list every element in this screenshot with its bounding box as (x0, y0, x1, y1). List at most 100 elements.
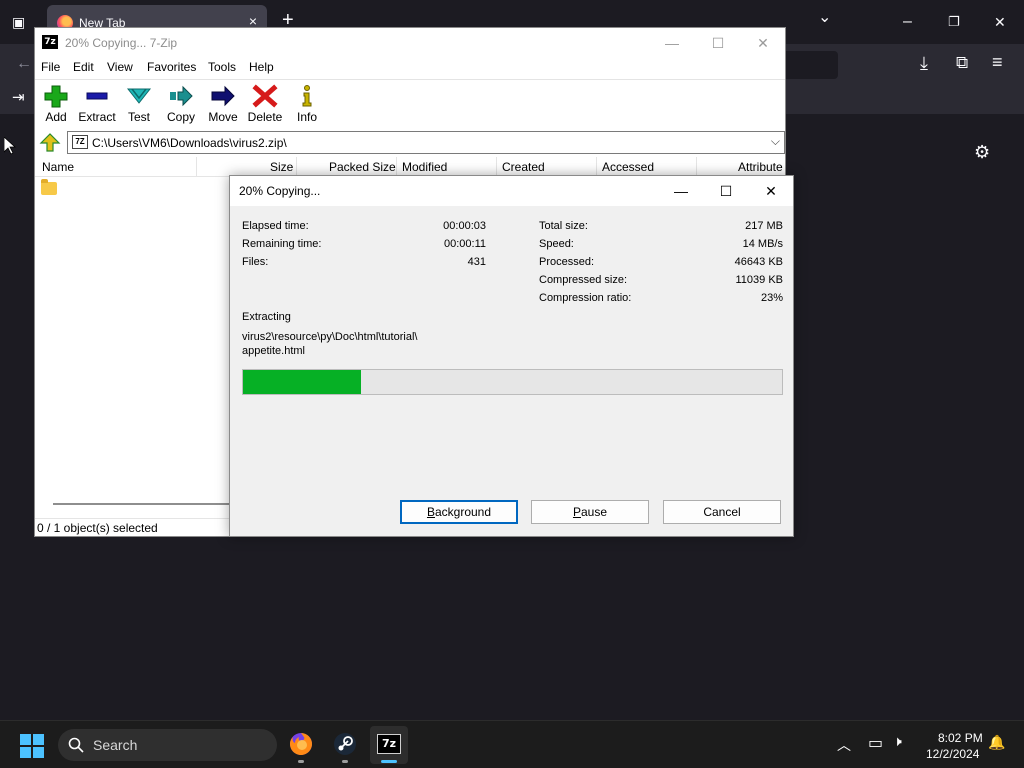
horizontal-scrollbar[interactable] (53, 503, 233, 505)
dialog-title-bar[interactable]: 20% Copying... — ☐ ✕ (230, 176, 793, 206)
dialog-body: Elapsed time: 00:00:03 Remaining time: 0… (230, 206, 793, 536)
show-hidden-icons-icon[interactable]: ︿ (837, 735, 851, 755)
delete-button[interactable]: Delete (244, 80, 286, 126)
zip-window-title: 20% Copying... 7-Zip (65, 36, 178, 50)
tab-list-icon[interactable]: ⌄ (818, 10, 831, 26)
zip-title-bar[interactable]: 7z 20% Copying... 7-Zip — ☐ ✕ (35, 28, 785, 58)
sign-in-icon[interactable]: ⇥ (12, 90, 25, 106)
menu-tools[interactable]: Tools (208, 60, 236, 74)
window-close-icon[interactable]: ✕ (994, 14, 1006, 30)
elapsed-time-value: 00:00:03 (443, 220, 486, 232)
remaining-time-label: Remaining time: (242, 238, 322, 250)
tab-overview-icon[interactable]: ▣ (12, 14, 25, 30)
dialog-title: 20% Copying... (239, 184, 321, 198)
taskbar-7zip[interactable]: 7z (370, 726, 408, 764)
search-icon (68, 737, 84, 753)
column-created[interactable]: Created (502, 160, 545, 174)
up-folder-icon[interactable] (39, 133, 61, 153)
address-dropdown-icon[interactable]: ⌵ (771, 134, 780, 149)
progress-bar-fill (243, 370, 361, 394)
taskbar-steam[interactable] (326, 726, 364, 764)
taskbar-search-box[interactable]: Search (58, 729, 277, 761)
zip-menu-bar: File Edit View Favorites Tools Help (35, 58, 785, 78)
compression-ratio-value: 23% (760, 292, 783, 304)
dialog-close-icon[interactable]: ✕ (748, 178, 794, 204)
compressed-size-value: 11039 KB (735, 274, 783, 286)
window-restore-icon[interactable]: ❐ (948, 14, 960, 30)
speed-value: 14 MB/s (742, 238, 783, 250)
menu-edit[interactable]: Edit (73, 60, 94, 74)
zip-close-icon[interactable]: ✕ (740, 30, 786, 56)
total-size-value: 217 MB (745, 220, 783, 232)
app-menu-icon[interactable]: ≡ (992, 53, 1003, 71)
menu-view[interactable]: View (107, 60, 133, 74)
background-button-label: ackground (434, 505, 492, 519)
add-button[interactable]: Add (35, 80, 77, 126)
menu-favorites[interactable]: Favorites (147, 60, 196, 74)
column-modified[interactable]: Modified (402, 160, 447, 174)
copy-icon (170, 85, 193, 107)
7zip-app-icon: 7z (377, 734, 401, 754)
column-divider[interactable] (196, 157, 197, 177)
windows-taskbar: Search 7z ︿ ▭ 🕨 8:02 PM 12/2/2024 🔔 (0, 720, 1024, 768)
download-icon[interactable]: ⤓ (920, 54, 928, 72)
pause-button-label: ause (580, 505, 608, 519)
taskbar-firefox[interactable] (282, 726, 320, 764)
windows-start-icon[interactable] (20, 734, 44, 758)
info-label: Info (296, 110, 317, 124)
browser-url-bar[interactable] (780, 51, 838, 79)
copy-progress-dialog: 20% Copying... — ☐ ✕ Elapsed time: 00:00… (229, 175, 794, 537)
column-divider[interactable] (296, 157, 297, 177)
settings-gear-icon[interactable]: ⚙ (974, 143, 990, 161)
zip-maximize-icon[interactable]: ☐ (695, 30, 741, 56)
column-divider[interactable] (596, 157, 597, 177)
volume-muted-icon[interactable]: 🕨 (893, 733, 902, 750)
background-button[interactable]: Background (400, 500, 518, 524)
files-value: 431 (467, 256, 486, 268)
column-size[interactable]: Size (270, 160, 293, 174)
delete-icon (252, 84, 278, 108)
notifications-bell-icon[interactable]: 🔔 (988, 734, 1005, 751)
column-divider[interactable] (396, 157, 397, 177)
operation-label: Extracting (242, 311, 291, 323)
address-text: C:\Users\VM6\Downloads\virus2.zip\ (92, 136, 287, 150)
folder-icon[interactable] (41, 179, 57, 195)
firefox-icon (290, 733, 312, 755)
add-icon (44, 85, 68, 108)
column-divider[interactable] (496, 157, 497, 177)
move-button[interactable]: Move (202, 80, 244, 126)
test-button[interactable]: Test (118, 80, 160, 126)
new-tab-icon[interactable]: + (282, 10, 294, 30)
info-icon (302, 85, 312, 107)
remaining-time-value: 00:00:11 (443, 238, 486, 250)
extract-button[interactable]: Extract (76, 80, 118, 126)
dialog-minimize-icon[interactable]: — (658, 178, 704, 204)
files-label: Files: (242, 256, 269, 268)
window-minimize-icon[interactable]: – (903, 14, 912, 30)
7zip-app-icon: 7z (42, 35, 58, 49)
address-input[interactable]: 7Z C:\Users\VM6\Downloads\virus2.zip\ ⌵ (67, 131, 785, 154)
column-name[interactable]: Name (42, 160, 74, 174)
back-icon[interactable]: ← (16, 56, 32, 72)
column-accessed[interactable]: Accessed (602, 160, 654, 174)
clock-time[interactable]: 8:02 PM (938, 731, 983, 745)
dialog-maximize-icon[interactable]: ☐ (703, 178, 749, 204)
column-divider[interactable] (696, 157, 697, 177)
steam-icon (334, 733, 356, 755)
processed-label: Processed: (539, 256, 595, 268)
menu-file[interactable]: File (41, 60, 60, 74)
speed-label: Speed: (539, 238, 574, 250)
column-packed-size[interactable]: Packed Size (329, 160, 396, 174)
extensions-icon[interactable]: ⧉ (956, 54, 968, 71)
cancel-button[interactable]: Cancel (663, 500, 781, 524)
pause-button[interactable]: Pause (531, 500, 649, 524)
clock-date[interactable]: 12/2/2024 (926, 747, 979, 761)
copy-button[interactable]: Copy (160, 80, 202, 126)
info-button[interactable]: Info (286, 80, 328, 126)
zip-minimize-icon[interactable]: — (649, 30, 695, 56)
processed-value: 46643 KB (734, 256, 783, 268)
network-icon[interactable]: ▭ (868, 733, 883, 753)
menu-help[interactable]: Help (249, 60, 274, 74)
column-attributes[interactable]: Attribute (738, 160, 783, 174)
pause-accel-key: P (572, 505, 581, 519)
